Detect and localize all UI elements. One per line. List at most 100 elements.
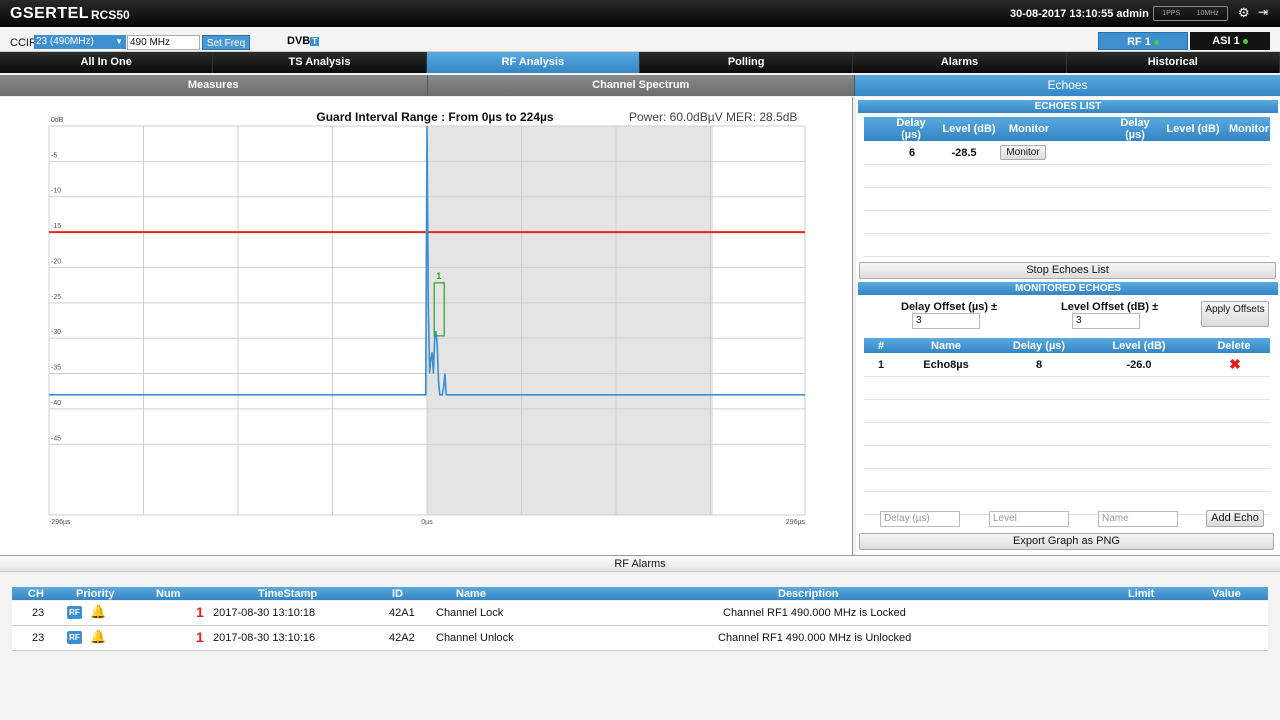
table-row: 1 Echo8µs 8 -26.0 ✖ — [864, 354, 1270, 377]
col-delay: Delay (µs) — [1012, 340, 1066, 352]
echo-chart-panel: 0dB -5 -10 -15 -20 -25 -30 -35 -40 -45 -296µs 0µs 29… — [0, 97, 853, 555]
delay-offset-input[interactable]: 3 — [912, 313, 980, 329]
tab-historical[interactable]: Historical — [1066, 52, 1280, 73]
col-delay: Delay (µs) — [896, 117, 926, 141]
gear-icon[interactable]: ⚙ — [1238, 5, 1250, 21]
rf1-button[interactable]: RF 1 — [1098, 32, 1188, 50]
monitored-echoes-header: MONITORED ECHOES — [858, 282, 1278, 295]
table-row — [864, 377, 1270, 400]
ccir-select[interactable]: 23 (490MHz) ▼ — [34, 35, 126, 49]
echoes-panel: ECHOES LIST Delay (µs) Level (dB) Monito… — [856, 97, 1280, 555]
y-tick-label: -25 — [51, 294, 61, 301]
tab-alarms[interactable]: Alarms — [853, 52, 1067, 73]
echo-level: -28.5 — [951, 147, 977, 159]
alarm-name: Channel Unlock — [436, 632, 514, 644]
x-tick-label: -296µs — [49, 519, 71, 526]
x-tick-label: 0µs — [421, 519, 433, 526]
table-row — [864, 188, 1270, 211]
frequency-bar: CCIR 23 (490MHz) ▼ 490 MHz Set Freq DVB T … — [0, 27, 1280, 52]
tab-echoes[interactable]: Echoes — [855, 75, 1280, 96]
tab-all-in-one[interactable]: All In One — [0, 52, 214, 73]
table-row[interactable]: 23 RF 🔔 1 2017-08-30 13:10:16 42A2 Chann… — [12, 626, 1268, 651]
add-echo-button[interactable]: Add Echo — [1206, 510, 1264, 527]
mer-readout: MER: 28.5dB — [726, 110, 797, 124]
top-bar: GSERTEL RCS50 30-08-2017 13:10:55 admin … — [0, 0, 1280, 27]
col-id: ID — [392, 588, 403, 600]
table-row — [864, 469, 1270, 492]
frequency-input[interactable]: 490 MHz — [127, 35, 200, 50]
echo-level: -26.0 — [1126, 359, 1152, 371]
asi1-label: ASI 1 — [1212, 35, 1240, 47]
dvb-t-logo: DVB T — [287, 35, 320, 47]
col-name: Name — [931, 340, 961, 352]
rf-badge: RF — [67, 606, 82, 619]
tab-measures[interactable]: Measures — [0, 75, 428, 96]
alarm-ch: 23 — [32, 632, 45, 644]
set-freq-button[interactable]: Set Freq — [202, 35, 250, 50]
sub-tabs: Measures Channel Spectrum — [0, 75, 855, 96]
alarm-id: 42A1 — [389, 607, 415, 619]
col-description: Description — [778, 588, 839, 600]
echo-num: 1 — [877, 359, 885, 371]
dvb-label: DVB — [287, 35, 311, 47]
status-dot-icon — [1242, 38, 1248, 44]
bell-icon: 🔔 — [90, 604, 107, 619]
y-tick-label: -40 — [51, 400, 61, 407]
level-input[interactable]: Level — [989, 511, 1069, 527]
y-tick-label: -35 — [51, 365, 61, 372]
guard-interval-zone — [427, 126, 714, 515]
logout-icon[interactable]: ⇥ — [1258, 5, 1268, 19]
table-row — [864, 400, 1270, 423]
alarm-ch: 23 — [32, 607, 45, 619]
brand-logo: GSERTEL — [10, 5, 90, 22]
alarm-timestamp: 2017-08-30 13:10:16 — [213, 632, 316, 644]
tab-ts-analysis[interactable]: TS Analysis — [213, 52, 427, 73]
monitor-button[interactable]: Monitor — [1000, 145, 1046, 160]
echo-delay: 8 — [1035, 359, 1043, 371]
ccir-label: CCIR — [10, 37, 37, 49]
alarm-description: Channel RF1 490.000 MHz is Unlocked — [718, 632, 912, 644]
col-name: Name — [456, 588, 486, 600]
asi1-button[interactable]: ASI 1 — [1190, 32, 1270, 50]
rf1-label: RF 1 — [1127, 36, 1151, 48]
alarm-id: 42A2 — [389, 632, 415, 644]
x-tick-label: 296µs — [786, 519, 806, 526]
y-tick-label: 0dB — [51, 117, 64, 124]
datetime-user: 30-08-2017 13:10:55 admin — [1010, 8, 1149, 20]
col-monitor-2: Monitor — [1228, 123, 1270, 135]
apply-offsets-button[interactable]: Apply Offsets — [1201, 301, 1269, 327]
ref-label: 10MHz — [1196, 10, 1219, 17]
level-offset-label: Level Offset (dB) ± — [1061, 301, 1159, 313]
y-tick-label: -5 — [51, 152, 57, 159]
col-delete: Delete — [1217, 340, 1251, 352]
alarm-timestamp: 2017-08-30 13:10:18 — [213, 607, 316, 619]
alarm-description: Channel RF1 490.000 MHz is Locked — [723, 607, 906, 619]
delete-icon[interactable]: ✖ — [1227, 356, 1243, 373]
export-graph-button[interactable]: Export Graph as PNG — [859, 533, 1274, 550]
table-row[interactable]: 23 RF 🔔 1 2017-08-30 13:10:18 42A1 Chann… — [12, 601, 1268, 626]
stop-echoes-list-button[interactable]: Stop Echoes List — [859, 262, 1276, 279]
level-offset-input[interactable]: 3 — [1072, 313, 1140, 329]
delay-input[interactable]: Delay (µs) — [880, 511, 960, 527]
dvb-suffix: T — [310, 37, 320, 46]
name-input[interactable]: Name — [1098, 511, 1178, 527]
tab-channel-spectrum[interactable]: Channel Spectrum — [427, 75, 855, 96]
col-limit: Limit — [1128, 588, 1155, 600]
table-row — [864, 211, 1270, 234]
power-readout: Power: 60.0dBµV — [629, 110, 723, 124]
table-row — [864, 165, 1270, 188]
username: admin — [1116, 8, 1149, 20]
col-timestamp: TimeStamp — [258, 588, 318, 600]
y-tick-label: -20 — [51, 258, 61, 265]
echoes-list-header: ECHOES LIST — [858, 100, 1278, 113]
tab-polling[interactable]: Polling — [639, 52, 854, 73]
table-row — [864, 446, 1270, 469]
col-ch: CH — [28, 588, 44, 600]
bell-icon: 🔔 — [90, 629, 107, 644]
chart-title: Guard Interval Range : From 0µs to 224µs — [316, 110, 554, 124]
rf-alarms-panel: CH Priority Num TimeStamp ID Name Descri… — [0, 573, 1280, 720]
chevron-down-icon: ▼ — [115, 37, 123, 46]
col-num: # — [877, 340, 885, 352]
tab-rf-analysis[interactable]: RF Analysis — [426, 52, 640, 73]
table-row: 6 -28.5 Monitor — [864, 142, 1270, 165]
